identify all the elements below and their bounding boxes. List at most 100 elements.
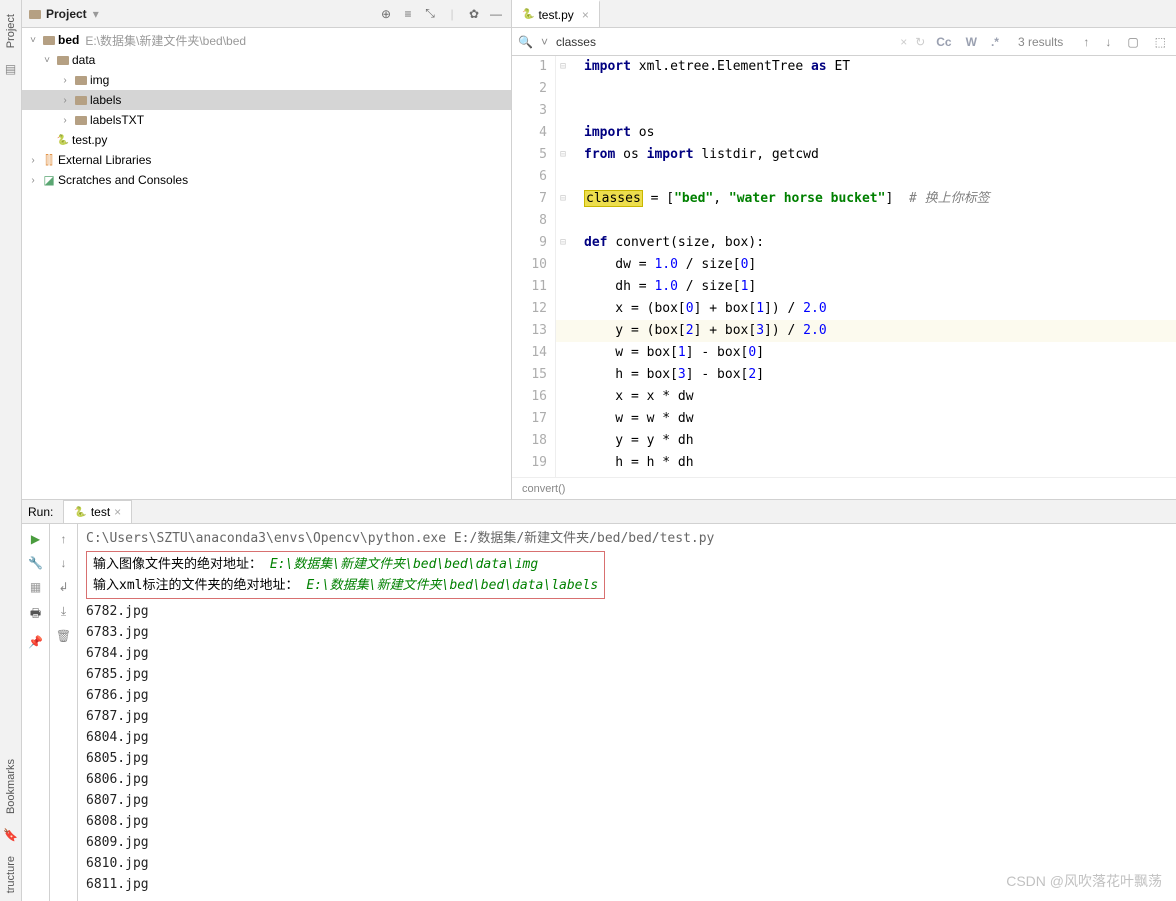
watermark: CSDN @风吹落花叶飘荡 [1006, 871, 1162, 891]
code-editor[interactable]: 12345678910111213141516171819 ⊟import xm… [512, 56, 1176, 477]
bottom-tool-strip: Bookmarks 🔖 tructure [0, 701, 22, 901]
up-icon[interactable]: ↑ [61, 532, 67, 546]
collapse-all-icon[interactable]: ⤡ [421, 5, 439, 23]
chevron-down-icon[interactable]: ˅ [40, 55, 54, 66]
code-line[interactable]: w = box[1] - box[0] [556, 342, 1176, 364]
code-line[interactable]: h = h * dh [556, 452, 1176, 474]
hide-icon[interactable]: — [487, 5, 505, 23]
code-line[interactable]: import os [556, 122, 1176, 144]
expand-all-icon[interactable]: ≡ [399, 5, 417, 23]
code-line[interactable] [556, 210, 1176, 232]
fold-icon[interactable]: ⊟ [560, 188, 566, 210]
open-replace-icon[interactable]: ⬚ [1151, 35, 1170, 49]
folder-icon [72, 73, 90, 87]
run-label: Run: [28, 505, 53, 519]
close-icon[interactable]: × [114, 505, 121, 519]
tree-item[interactable]: ˅data [22, 50, 511, 70]
python-file-icon: 🐍 [54, 135, 72, 146]
tree-item[interactable]: ›labelsTXT [22, 110, 511, 130]
divider: | [443, 5, 461, 23]
trash-icon[interactable]: 🗑 [56, 629, 71, 643]
code-line[interactable]: w = w * dw [556, 408, 1176, 430]
select-all-icon[interactable]: ▢ [1123, 35, 1142, 49]
print-icon[interactable]: 🖶 [30, 604, 41, 625]
python-file-icon: 🐍 [74, 507, 86, 518]
structure-tool-label[interactable]: tructure [5, 848, 17, 901]
chevron-down-icon[interactable]: ˅ [541, 35, 548, 49]
code-line[interactable]: y = (box[2] + box[3]) / 2.0 [556, 320, 1176, 342]
console-line: 6787.jpg [86, 706, 1168, 727]
chevron-down-icon[interactable]: ˅ [26, 35, 40, 46]
code-line[interactable] [556, 166, 1176, 188]
library-icon: ⫿⫿ [40, 153, 58, 168]
prompt-label: 输入图像文件夹的绝对地址： [93, 557, 262, 572]
down-icon[interactable]: ↓ [61, 556, 67, 570]
fold-icon[interactable]: ⊟ [560, 232, 566, 254]
regex-toggle[interactable]: .* [988, 35, 1002, 49]
chevron-right-icon[interactable]: › [26, 175, 40, 186]
tree-item[interactable]: ›labels [22, 90, 511, 110]
project-title: Project [46, 7, 87, 21]
pin-icon[interactable]: 📌 [28, 635, 43, 649]
breadcrumb[interactable]: convert() [512, 477, 1176, 499]
code-line[interactable]: h = box[3] - box[2] [556, 364, 1176, 386]
prompt-label: 输入xml标注的文件夹的绝对地址： [93, 578, 298, 593]
project-tool-icon: ▤ [5, 62, 16, 76]
tree-scratches[interactable]: › ◪ Scratches and Consoles [22, 170, 511, 190]
stop-icon[interactable]: ▦ [30, 580, 41, 594]
wrench-icon[interactable]: 🔧 [28, 556, 43, 570]
code-line[interactable]: x = x * dw [556, 386, 1176, 408]
code-line[interactable]: ⊟from os import listdir, getcwd [556, 144, 1176, 166]
tree-item[interactable]: 🐍test.py [22, 130, 511, 150]
run-tab[interactable]: 🐍 test × [63, 500, 132, 523]
console-line: 6808.jpg [86, 811, 1168, 832]
code-line[interactable] [556, 78, 1176, 100]
scroll-icon[interactable]: ⤓ [61, 604, 66, 619]
bookmarks-tool-label[interactable]: Bookmarks [5, 751, 17, 822]
dropdown-icon[interactable]: ▾ [93, 7, 99, 21]
console-line: 6783.jpg [86, 622, 1168, 643]
code-line[interactable]: dw = 1.0 / size[0] [556, 254, 1176, 276]
clear-search-icon[interactable]: × [900, 35, 907, 49]
tree-root[interactable]: ˅ bed E:\数据集\新建文件夹\bed\bed [22, 30, 511, 50]
chevron-right-icon[interactable]: › [58, 115, 72, 126]
close-icon[interactable]: × [582, 8, 589, 22]
folder-icon [72, 113, 90, 127]
bookmark-icon: 🔖 [3, 828, 18, 842]
project-tree[interactable]: ˅ bed E:\数据集\新建文件夹\bed\bed ˅data › img ›lab… [22, 28, 511, 499]
editor-tab[interactable]: 🐍 test.py × [512, 0, 600, 27]
chevron-right-icon[interactable]: › [58, 95, 72, 106]
fold-icon[interactable]: ⊟ [560, 56, 566, 78]
match-case-toggle[interactable]: Cc [933, 35, 954, 49]
console-line: 6807.jpg [86, 790, 1168, 811]
chevron-right-icon[interactable]: › [58, 75, 72, 86]
code-line[interactable]: dh = 1.0 / size[1] [556, 276, 1176, 298]
code-line[interactable]: ⊟def convert(size, box): [556, 232, 1176, 254]
filter-icon[interactable]: ↻ [915, 35, 925, 49]
soft-wrap-icon[interactable]: ↲ [58, 580, 68, 594]
fold-icon[interactable]: ⊟ [560, 144, 566, 166]
chevron-right-icon[interactable]: › [26, 155, 40, 166]
run-tab-label: test [91, 505, 110, 519]
run-tools-primary: ▶ 🔧 ▦ 🖶 📌 [22, 524, 50, 901]
next-match-icon[interactable]: ↓ [1101, 35, 1115, 49]
project-tool-label[interactable]: Project [5, 6, 17, 56]
search-icon: 🔍 [518, 35, 533, 49]
code-line[interactable]: ⊟classes = ["bed", "water horse bucket"]… [556, 188, 1176, 210]
code-line[interactable]: y = y * dh [556, 430, 1176, 452]
code-line[interactable]: ⊟import xml.etree.ElementTree as ET [556, 56, 1176, 78]
code-line[interactable]: x = (box[0] + box[1]) / 2.0 [556, 298, 1176, 320]
run-tools-secondary: ↑ ↓ ↲ ⤓ 🗑 [50, 524, 78, 901]
console-output[interactable]: C:\Users\SZTU\anaconda3\envs\Opencv\pyth… [78, 524, 1176, 901]
prev-match-icon[interactable]: ↑ [1079, 35, 1093, 49]
tree-external[interactable]: › ⫿⫿ External Libraries [22, 150, 511, 170]
settings-icon[interactable]: ✿ [465, 5, 483, 23]
code-line[interactable] [556, 100, 1176, 122]
search-input[interactable] [556, 35, 711, 49]
words-toggle[interactable]: W [963, 35, 980, 49]
tree-item-label: img [90, 73, 109, 87]
console-input-box: 输入图像文件夹的绝对地址： E:\数据集\新建文件夹\bed\bed\data\… [86, 551, 605, 599]
rerun-icon[interactable]: ▶ [31, 532, 40, 546]
locate-icon[interactable]: ⊕ [377, 5, 395, 23]
tree-item[interactable]: › img [22, 70, 511, 90]
